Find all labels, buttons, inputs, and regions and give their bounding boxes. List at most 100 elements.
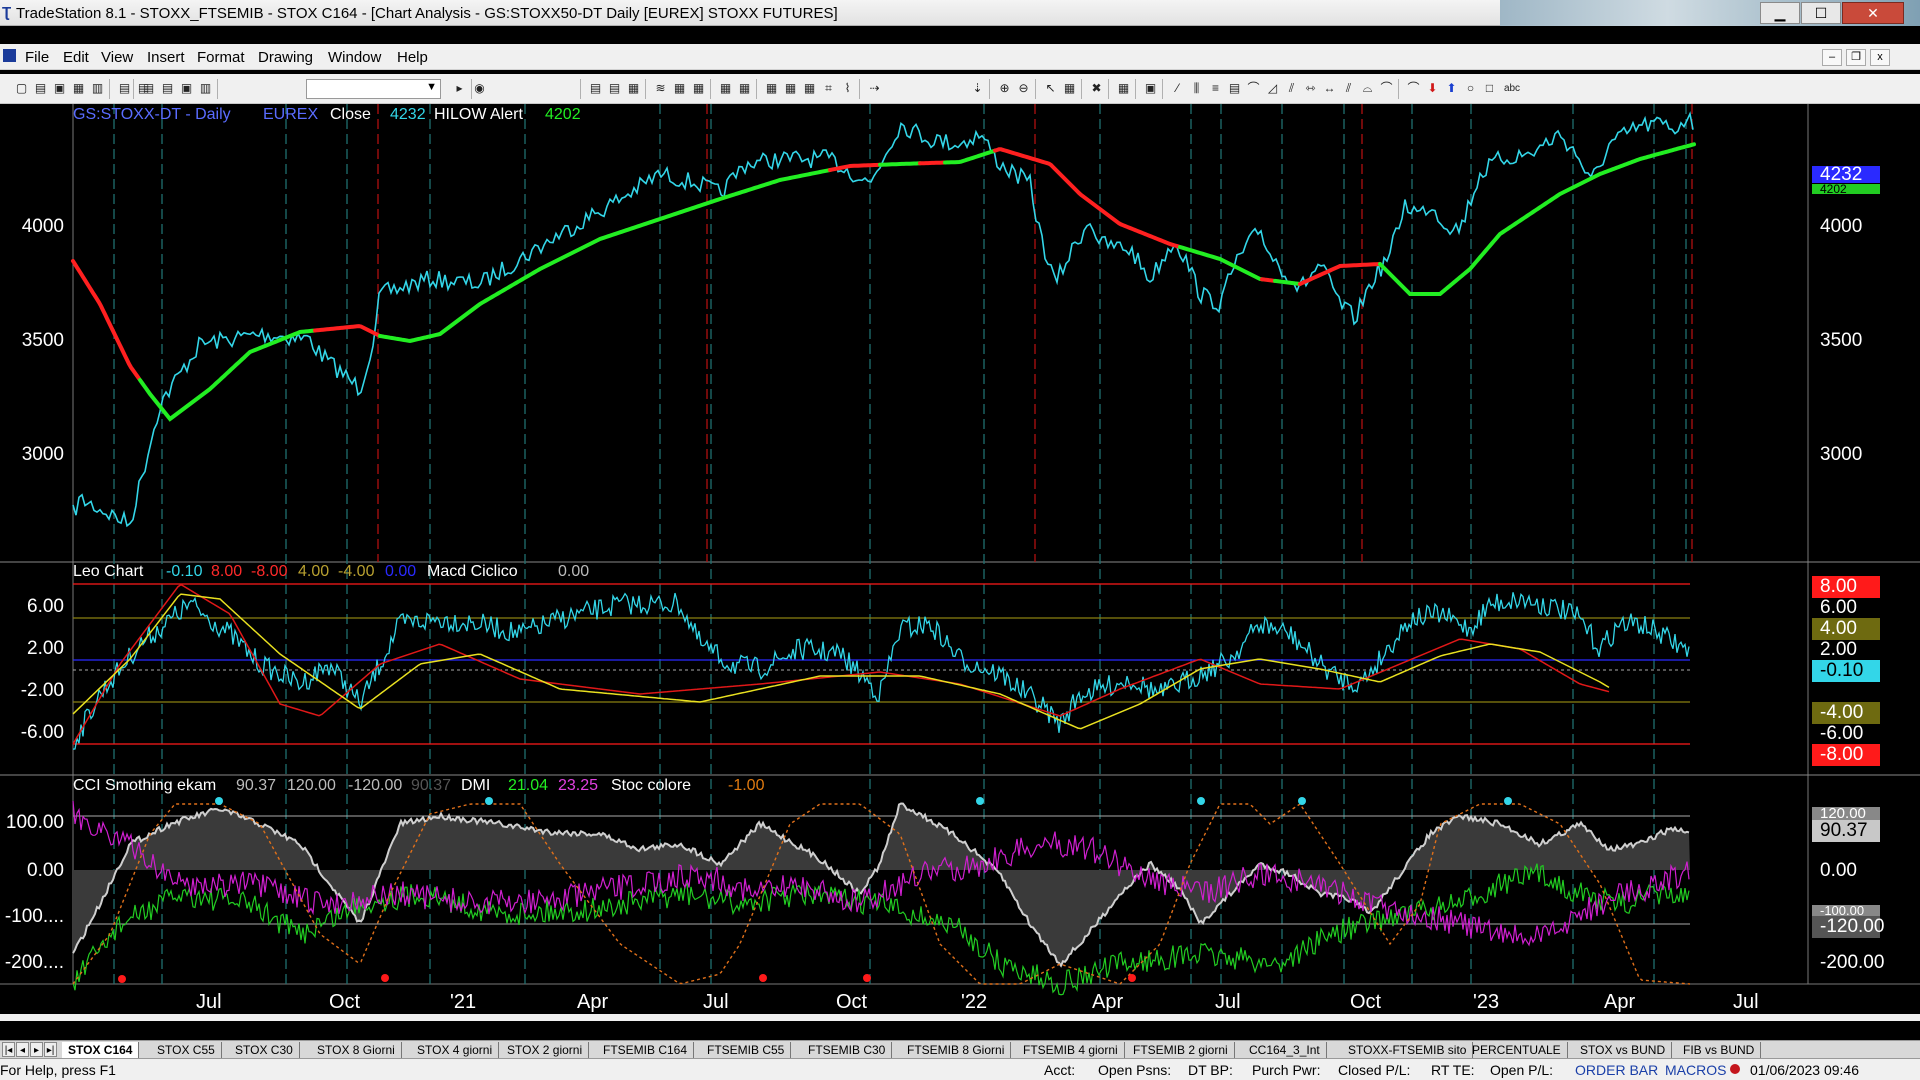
toolbar-channel-icon[interactable]: ⫽ bbox=[1284, 81, 1299, 96]
menu-drawing[interactable]: Drawing bbox=[258, 49, 313, 66]
menu-file[interactable]: File bbox=[25, 49, 49, 66]
sheet-tab-3[interactable]: STOX C30 bbox=[229, 1042, 300, 1058]
symbol-combo[interactable]: ▼ bbox=[306, 79, 441, 99]
toolbar-sell-arrow-icon[interactable]: ⬇ bbox=[1425, 81, 1440, 96]
toolbar-ind-a-icon[interactable]: ▦ bbox=[764, 81, 779, 96]
toolbar-undo-icon[interactable]: ▥ bbox=[198, 81, 213, 96]
sheet-tab-2[interactable]: STOX C55 bbox=[151, 1042, 222, 1058]
leo-value-6: 0.00 bbox=[385, 563, 417, 580]
menu-view[interactable]: View bbox=[101, 49, 133, 66]
toolbar-tools-icon[interactable]: ✖ bbox=[1089, 81, 1104, 96]
toolbar-paste-icon[interactable]: ▣ bbox=[179, 81, 194, 96]
toolbar-ord-a-icon[interactable]: ⇢ bbox=[867, 81, 882, 96]
sheet-tab-7[interactable]: FTSEMIB C164 bbox=[597, 1042, 695, 1058]
leo-tag-8: 8.00 bbox=[1812, 576, 1880, 598]
toolbar-mtx-a-icon[interactable]: ▦ bbox=[718, 81, 733, 96]
toolbar-andrews-icon[interactable]: ⌒ bbox=[1379, 81, 1394, 96]
status-open-pl: Open P/L: bbox=[1490, 1062, 1554, 1078]
toolbar-mtx-b-icon[interactable]: ▦ bbox=[737, 81, 752, 96]
toolbar-hline-arrow-icon[interactable]: ⇿ bbox=[1303, 81, 1318, 96]
toolbar-print2-icon[interactable]: ▤ bbox=[117, 81, 132, 96]
sheet-tab-1[interactable]: STOX C164 bbox=[62, 1042, 140, 1058]
toolbar-speed-icon[interactable]: ⫽ bbox=[1341, 81, 1356, 96]
toolbar-new-icon[interactable]: ▢ bbox=[14, 81, 29, 96]
sheet-tab-5[interactable]: STOX 4 giorni bbox=[411, 1042, 500, 1058]
toolbar-ind-b-icon[interactable]: ▦ bbox=[783, 81, 798, 96]
sheet-tab-17[interactable]: FIB vs BUND bbox=[1677, 1042, 1762, 1058]
sheet-tab-9[interactable]: FTSEMIB C30 bbox=[802, 1042, 893, 1058]
prev-sheet-icon[interactable]: ◂ bbox=[16, 1042, 29, 1057]
macros-button[interactable]: MACROS bbox=[1665, 1062, 1726, 1078]
toolbar-ord-b-icon[interactable]: ⇣ bbox=[970, 81, 985, 96]
toolbar-data-window-icon[interactable]: ≋ bbox=[653, 81, 668, 96]
sheet-tab-12[interactable]: FTSEMIB 2 giorni bbox=[1127, 1042, 1235, 1058]
toolbar-zoom-in-icon[interactable]: ⊕ bbox=[997, 81, 1012, 96]
order-bar-button[interactable]: ORDER BAR bbox=[1575, 1062, 1658, 1078]
toolbar-horizontal-icon[interactable]: ≡ bbox=[1208, 81, 1223, 96]
title-bar: Ʈ TradeStation 8.1 - STOXX_FTSEMIB - STO… bbox=[0, 0, 1920, 26]
last-sheet-icon[interactable]: ▸| bbox=[44, 1042, 57, 1057]
toolbar-chart-b-icon[interactable]: ▤ bbox=[607, 81, 622, 96]
toolbar-open-icon[interactable]: ▤ bbox=[33, 81, 48, 96]
sheet-tab-11[interactable]: FTSEMIB 4 giorni bbox=[1017, 1042, 1125, 1058]
mdi-close-button[interactable]: x bbox=[1870, 49, 1890, 66]
minimize-button[interactable]: ▁ bbox=[1760, 2, 1800, 24]
next-sheet-icon[interactable]: ▸ bbox=[30, 1042, 43, 1057]
toolbar-ellipse-icon[interactable]: ○ bbox=[1463, 81, 1478, 96]
document-icon[interactable] bbox=[3, 49, 16, 62]
toolbar-globe-icon[interactable]: ◉ bbox=[472, 81, 487, 96]
toolbar-macro-b-icon[interactable]: ▦ bbox=[691, 81, 706, 96]
sheet-tab-15[interactable]: PERCENTUALE bbox=[1466, 1042, 1568, 1058]
mdi-restore-button[interactable]: ❐ bbox=[1846, 49, 1866, 66]
toolbar-format-a-icon[interactable]: ▦ bbox=[1062, 81, 1077, 96]
toolbar-buy-arrow-icon[interactable]: ⬆ bbox=[1444, 81, 1459, 96]
toolbar-text-icon[interactable]: abc bbox=[1501, 81, 1523, 96]
toolbar-print-icon[interactable]: ▥ bbox=[90, 81, 105, 96]
sheet-tab-13[interactable]: CC164_3_Int bbox=[1243, 1042, 1327, 1058]
toolbar-arrow-icon[interactable]: ▸ bbox=[452, 81, 467, 96]
close-button[interactable]: ✕ bbox=[1842, 2, 1904, 24]
toolbar-range-icon[interactable]: ↔ bbox=[1322, 81, 1337, 96]
toolbar-fib-icon[interactable]: ▤ bbox=[1227, 81, 1242, 96]
toolbar-macro-a-icon[interactable]: ▦ bbox=[672, 81, 687, 96]
sheet-tab-16[interactable]: STOX vs BUND bbox=[1574, 1042, 1673, 1058]
toolbar-triangle-icon[interactable]: ◿ bbox=[1265, 81, 1280, 96]
toolbar-copy-icon[interactable]: ▤ bbox=[160, 81, 175, 96]
sheet-tab-6[interactable]: STOX 2 giorni bbox=[501, 1042, 590, 1058]
menu-insert[interactable]: Insert bbox=[147, 49, 185, 66]
mdi-minimize-button[interactable]: – bbox=[1822, 49, 1842, 66]
toolbar-vertical-icon[interactable]: ⫼ bbox=[1189, 81, 1204, 96]
toolbar-saveall-icon[interactable]: ▦ bbox=[71, 81, 86, 96]
sheet-tab-8[interactable]: FTSEMIB C55 bbox=[701, 1042, 792, 1058]
chart-canvas[interactable] bbox=[0, 104, 1920, 1021]
menu-edit[interactable]: Edit bbox=[63, 49, 89, 66]
toolbar-win-icon[interactable]: ▣ bbox=[1143, 81, 1158, 96]
maximize-button[interactable]: ☐ bbox=[1801, 2, 1841, 24]
first-sheet-icon[interactable]: |◂ bbox=[2, 1042, 15, 1057]
toolbar-chart-c-icon[interactable]: ▦ bbox=[626, 81, 641, 96]
stoc-signal-dot bbox=[976, 797, 984, 805]
toolbar-save-icon[interactable]: ▣ bbox=[52, 81, 67, 96]
toolbar-cut-icon[interactable]: ▤ bbox=[141, 81, 156, 96]
toolbar-cycle-icon[interactable]: ⌒ bbox=[1406, 81, 1421, 96]
sheet-tab-4[interactable]: STOX 8 Giorni bbox=[311, 1042, 402, 1058]
sheet-tab-14[interactable]: STOXX-FTSEMIB sito bbox=[1342, 1042, 1474, 1058]
toolbar-rect-icon[interactable]: □ bbox=[1482, 81, 1497, 96]
toolbar-zoom-out-icon[interactable]: ⊖ bbox=[1016, 81, 1031, 96]
sheet-tab-10[interactable]: FTSEMIB 8 Giorni bbox=[901, 1042, 1012, 1058]
toolbar-separator bbox=[1398, 79, 1399, 99]
menu-help[interactable]: Help bbox=[397, 49, 428, 66]
toolbar-ind-e-icon[interactable]: ⌇ bbox=[840, 81, 855, 96]
toolbar-chart-a-icon[interactable]: ▤ bbox=[588, 81, 603, 96]
macd-red-line bbox=[72, 583, 1610, 745]
menu-window[interactable]: Window bbox=[328, 49, 381, 66]
toolbar-trendline-icon[interactable]: ⁄ bbox=[1170, 81, 1185, 96]
toolbar-ind-d-icon[interactable]: ⌗ bbox=[821, 81, 836, 96]
toolbar-curve-icon[interactable]: ⌓ bbox=[1360, 81, 1375, 96]
toolbar-layout-icon[interactable]: ▦ bbox=[1116, 81, 1131, 96]
toolbar-arc-icon[interactable]: ⌒ bbox=[1246, 81, 1261, 96]
toolbar-cursor-icon[interactable]: ↖ bbox=[1043, 81, 1058, 96]
menu-format[interactable]: Format bbox=[197, 49, 245, 66]
chart-analysis[interactable]: GS:STOXX-DT - Daily EUREX Close 4232 HIL… bbox=[0, 104, 1920, 1021]
toolbar-ind-c-icon[interactable]: ▦ bbox=[802, 81, 817, 96]
